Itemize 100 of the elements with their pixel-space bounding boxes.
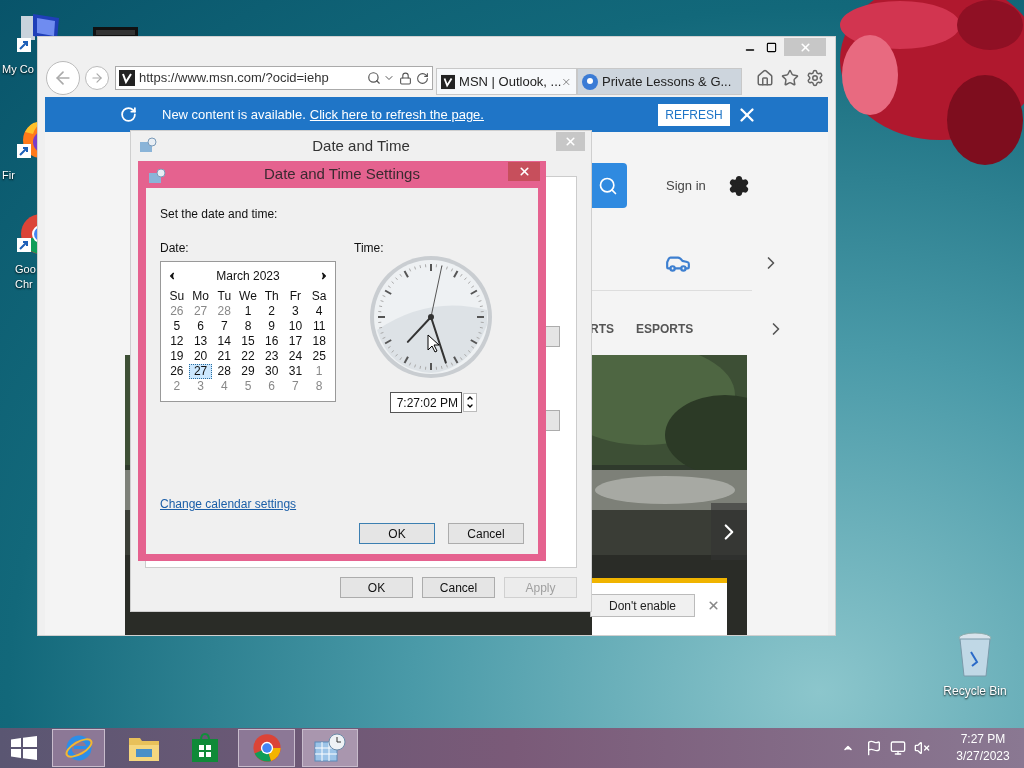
calendar-day[interactable]: 7 bbox=[212, 319, 237, 334]
network-icon[interactable] bbox=[890, 740, 906, 756]
calendar-day[interactable]: 8 bbox=[307, 379, 331, 394]
url-text: https://www.msn.com/?ocid=iehp bbox=[139, 69, 329, 88]
next-slide-button[interactable] bbox=[711, 503, 747, 560]
calendar-day[interactable]: 3 bbox=[188, 379, 213, 394]
clock[interactable]: 7:27 PM 3/27/2023 bbox=[948, 731, 1018, 765]
close-icon bbox=[564, 135, 577, 148]
browser-icon bbox=[251, 733, 282, 763]
close-icon[interactable] bbox=[707, 599, 720, 612]
address-bar[interactable]: https://www.msn.com/?ocid=iehp bbox=[115, 66, 433, 90]
lock-icon bbox=[399, 71, 412, 85]
calendar-day[interactable]: 4 bbox=[212, 379, 237, 394]
weekday-label: Sa bbox=[310, 289, 328, 304]
time-spinner[interactable] bbox=[463, 393, 477, 412]
weekday-label: Fr bbox=[288, 289, 303, 304]
dont-enable-button[interactable]: Don't enable bbox=[590, 594, 695, 617]
close-icon bbox=[517, 165, 531, 178]
icon-label: Goo bbox=[15, 262, 36, 277]
next-month-icon[interactable] bbox=[319, 270, 329, 281]
calendar-day[interactable]: 11 bbox=[307, 319, 331, 334]
calendar-day[interactable]: 14 bbox=[212, 334, 237, 349]
calendar-day[interactable]: 8 bbox=[236, 319, 260, 334]
maximize-icon bbox=[765, 41, 777, 53]
calendar-day[interactable]: 1 bbox=[307, 364, 331, 379]
flag-icon[interactable] bbox=[866, 740, 882, 756]
calendar-settings-link[interactable]: Change calendar settings bbox=[160, 495, 297, 513]
home-icon[interactable] bbox=[756, 69, 774, 87]
calendar-day[interactable]: 27 bbox=[188, 304, 213, 319]
calendar-day[interactable]: 19 bbox=[165, 349, 189, 364]
taskbar-app[interactable] bbox=[302, 729, 358, 767]
calendar-day[interactable]: 9 bbox=[259, 319, 284, 334]
star-icon[interactable] bbox=[781, 69, 799, 87]
calendar-day[interactable]: 31 bbox=[283, 364, 308, 379]
icon-label: Chr bbox=[15, 277, 33, 292]
refresh-button[interactable]: REFRESH bbox=[658, 103, 730, 126]
calendar-day[interactable]: 28 bbox=[212, 304, 237, 319]
close-button[interactable] bbox=[508, 162, 540, 181]
calendar-day[interactable]: 21 bbox=[212, 349, 237, 364]
close-icon bbox=[798, 40, 812, 54]
settings-icon[interactable] bbox=[727, 174, 750, 197]
calendar-day[interactable]: 26 bbox=[165, 304, 189, 319]
calendar-day[interactable]: 4 bbox=[307, 304, 331, 319]
program-icon[interactable] bbox=[93, 27, 138, 37]
dialog-button[interactable]: Cancel bbox=[422, 577, 495, 598]
search-icon[interactable] bbox=[367, 71, 381, 85]
calendar-clock-icon bbox=[313, 733, 347, 763]
calendar-day[interactable]: 27 bbox=[188, 364, 213, 379]
calendar-day[interactable]: 12 bbox=[165, 334, 189, 349]
icon-label: Recycle Bin bbox=[943, 683, 1007, 700]
calendar-day[interactable]: 28 bbox=[212, 364, 237, 379]
weekday-label: Th bbox=[263, 289, 280, 304]
calendar-day[interactable]: 3 bbox=[283, 304, 308, 319]
calendar-day[interactable]: 10 bbox=[283, 319, 308, 334]
calendar-day[interactable]: 23 bbox=[259, 349, 284, 364]
sign-in-link[interactable]: Sign in bbox=[666, 175, 706, 196]
weekday-label: We bbox=[238, 289, 258, 304]
calendar-day[interactable]: 18 bbox=[307, 334, 331, 349]
site-icon bbox=[582, 73, 598, 90]
calendar-day[interactable]: 5 bbox=[236, 379, 260, 394]
calendar-day[interactable]: 5 bbox=[165, 319, 189, 334]
start-button[interactable] bbox=[10, 736, 38, 760]
forward-arrow-icon bbox=[90, 71, 104, 85]
dialog-button[interactable]: OK bbox=[359, 523, 435, 544]
calendar-day[interactable]: 6 bbox=[259, 379, 284, 394]
calendar-day[interactable]: 16 bbox=[259, 334, 284, 349]
refresh-link[interactable]: Click here to refresh the page. bbox=[309, 104, 484, 125]
calendar-day[interactable]: 22 bbox=[236, 349, 260, 364]
calendar-day[interactable]: 13 bbox=[188, 334, 213, 349]
window-title: Date and Time Settings bbox=[264, 164, 420, 185]
calendar-day[interactable]: 1 bbox=[236, 304, 260, 319]
date-label: Date: bbox=[160, 241, 190, 255]
nav-item[interactable]: ESPORTS bbox=[636, 320, 694, 338]
calendar-day[interactable]: 2 bbox=[259, 304, 284, 319]
time-field[interactable]: 7:27:02 PM bbox=[390, 392, 462, 413]
store-icon bbox=[191, 733, 219, 763]
muted-speaker-icon[interactable] bbox=[914, 740, 930, 756]
refresh-icon[interactable] bbox=[416, 71, 429, 85]
calendar-day[interactable]: 6 bbox=[188, 319, 213, 334]
month-title[interactable]: March 2023 bbox=[216, 266, 280, 285]
dialog-button[interactable]: OK bbox=[340, 577, 413, 598]
site-icon bbox=[441, 73, 456, 90]
weekday-label: Mo bbox=[191, 289, 210, 304]
browser-tab[interactable]: MSN | Outlook, ... bbox=[436, 68, 577, 95]
calendar-day[interactable]: 24 bbox=[283, 349, 308, 364]
icon-label: My Co bbox=[2, 62, 34, 77]
calendar-day[interactable]: 20 bbox=[188, 349, 213, 364]
weekday-label: Su bbox=[168, 289, 186, 304]
calendar-day[interactable]: 29 bbox=[236, 364, 260, 379]
calendar-day[interactable]: 26 bbox=[165, 364, 189, 379]
calendar-day[interactable]: 25 bbox=[307, 349, 331, 364]
dialog-button[interactable]: Cancel bbox=[448, 523, 524, 544]
calendar-day[interactable]: 17 bbox=[283, 334, 308, 349]
browser-tab[interactable]: Private Lessons & G... bbox=[577, 68, 742, 95]
cursor-icon bbox=[427, 334, 439, 353]
calendar-day[interactable]: 2 bbox=[165, 379, 189, 394]
previous-month-icon[interactable] bbox=[167, 270, 177, 281]
calendar-day[interactable]: 30 bbox=[259, 364, 284, 379]
calendar-day[interactable]: 7 bbox=[283, 379, 308, 394]
calendar-day[interactable]: 15 bbox=[236, 334, 260, 349]
